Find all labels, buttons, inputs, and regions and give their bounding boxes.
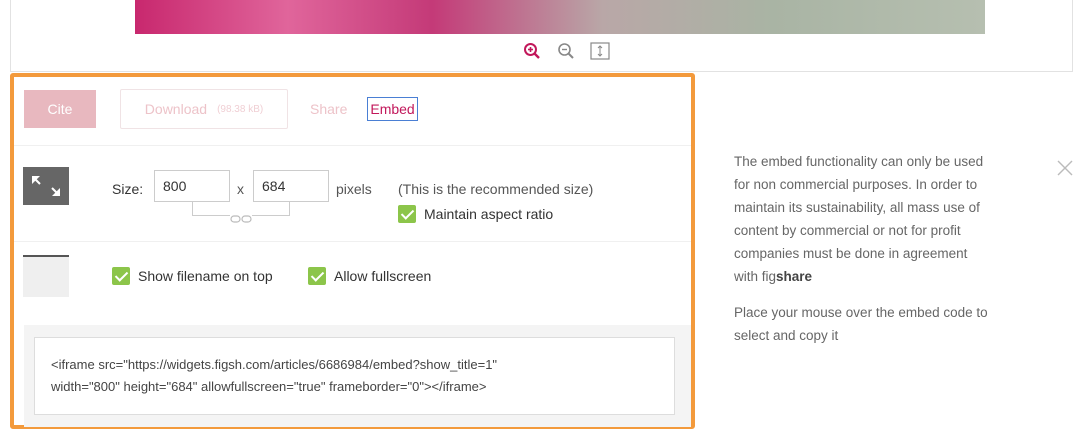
cite-button[interactable]: Cite xyxy=(24,90,96,128)
zoom-out-icon[interactable] xyxy=(555,41,577,61)
fit-height-icon[interactable] xyxy=(589,41,611,61)
brand-suffix: share xyxy=(776,269,813,284)
info-text: The embed functionality can only be used… xyxy=(734,154,984,284)
download-size: (98.38 kB) xyxy=(217,103,264,115)
embed-code-line: <iframe src="https://widgets.figsh.com/a… xyxy=(51,357,498,372)
close-icon[interactable] xyxy=(1055,158,1073,178)
resize-icon xyxy=(23,167,69,205)
recommended-note: (This is the recommended size) xyxy=(398,181,594,197)
options-row: Show filename on top Allow fullscreen xyxy=(14,241,691,321)
maintain-aspect-label: Maintain aspect ratio xyxy=(424,206,554,222)
info-paragraph: The embed functionality can only be used… xyxy=(734,150,994,288)
link-icon[interactable] xyxy=(230,210,252,223)
embed-panel: Cite Download (98.38 kB) Share Embed Siz… xyxy=(10,73,695,429)
embed-info: The embed functionality can only be used… xyxy=(734,150,994,360)
embed-code-area: <iframe src="https://widgets.figsh.com/a… xyxy=(24,325,691,427)
download-button[interactable]: Download (98.38 kB) xyxy=(120,89,288,129)
checkbox-checked-icon xyxy=(308,267,326,285)
size-row: Size: x pixels (This is the recommended … xyxy=(14,145,691,241)
show-filename-label: Show filename on top xyxy=(138,268,273,284)
height-input[interactable] xyxy=(253,170,329,202)
zoom-in-icon[interactable] xyxy=(521,41,543,61)
info-paragraph: Place your mouse over the embed code to … xyxy=(734,305,988,343)
size-separator: x xyxy=(237,181,244,197)
checkbox-checked-icon xyxy=(112,267,130,285)
size-label: Size: xyxy=(112,181,144,197)
show-filename-checkbox[interactable]: Show filename on top xyxy=(112,267,273,285)
filename-preview-icon xyxy=(23,255,69,297)
embed-code-line: width="800" height="684" allowfullscreen… xyxy=(51,379,487,394)
allow-fullscreen-label: Allow fullscreen xyxy=(334,268,432,284)
preview-image xyxy=(135,0,985,34)
zoom-toolbar xyxy=(521,41,611,61)
checkbox-checked-icon xyxy=(398,205,416,223)
maintain-aspect-checkbox[interactable]: Maintain aspect ratio xyxy=(398,205,553,223)
share-tab[interactable]: Share xyxy=(310,101,347,117)
action-tabs: Cite Download (98.38 kB) Share Embed xyxy=(24,89,418,129)
width-input[interactable] xyxy=(154,170,230,202)
embed-tab[interactable]: Embed xyxy=(367,97,418,121)
allow-fullscreen-checkbox[interactable]: Allow fullscreen xyxy=(308,267,431,285)
pixels-unit: pixels xyxy=(336,181,372,197)
preview-frame xyxy=(10,0,1073,72)
download-label: Download xyxy=(144,101,208,117)
embed-code-box[interactable]: <iframe src="https://widgets.figsh.com/a… xyxy=(34,337,675,415)
